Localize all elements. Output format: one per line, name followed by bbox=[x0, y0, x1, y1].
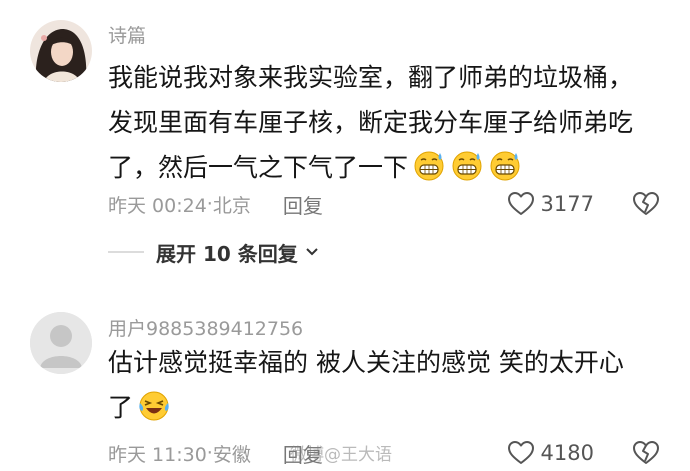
location: 北京 bbox=[212, 194, 251, 217]
laughing-crying-face-icon bbox=[137, 389, 171, 435]
timestamp: 昨天 11:30 bbox=[108, 443, 207, 466]
comment-meta: 昨天 00:24 · 北京 回复 bbox=[108, 189, 323, 219]
comment-text-line: 我能说我对象来我实验室，翻了师弟的垃圾桶， bbox=[108, 63, 634, 92]
avatar[interactable] bbox=[30, 312, 92, 374]
chevron-down-icon bbox=[306, 248, 318, 256]
broken-heart-icon bbox=[633, 441, 659, 464]
dislike-button[interactable] bbox=[632, 189, 660, 219]
broken-heart-icon bbox=[633, 192, 659, 215]
expand-replies-button[interactable]: 展开 10 条回复 bbox=[108, 237, 320, 267]
comment-text-line: 了 bbox=[108, 385, 668, 435]
divider bbox=[108, 251, 144, 253]
default-avatar-icon bbox=[30, 312, 92, 374]
timestamp: 昨天 00:24 bbox=[108, 194, 207, 217]
comment-item: 诗篇 我能说我对象来我实验室，翻了师弟的垃圾桶， 发现里面有车厘子核，断定我分车… bbox=[0, 0, 690, 290]
like-button[interactable]: 3177 bbox=[507, 189, 594, 219]
username[interactable]: 用户9885389412756 bbox=[108, 314, 303, 341]
comment-text-line: 估计感觉挺幸福的 被人关注的感觉 笑的太开心 bbox=[108, 348, 624, 377]
grimacing-face-icon bbox=[450, 149, 484, 195]
comment-text-line: 发现里面有车厘子核，断定我分车厘子给师弟吃 bbox=[108, 108, 634, 137]
comment-text-segment: 了 bbox=[108, 393, 134, 422]
username[interactable]: 诗篇 bbox=[108, 21, 146, 48]
location: 安徽 bbox=[212, 443, 251, 466]
comment-text: 我能说我对象来我实验室，翻了师弟的垃圾桶， 发现里面有车厘子核，断定我分车厘子给… bbox=[108, 55, 668, 195]
expand-replies-label: 展开 10 条回复 bbox=[156, 241, 298, 266]
like-button[interactable]: 4180 bbox=[507, 438, 594, 468]
dislike-button[interactable] bbox=[632, 438, 660, 468]
heart-outline-icon bbox=[507, 441, 534, 464]
reply-button[interactable]: 回复 bbox=[283, 190, 323, 219]
grimacing-face-icon bbox=[412, 149, 446, 195]
like-count: 3177 bbox=[540, 192, 594, 216]
watermark: 微博@王大语 bbox=[290, 445, 392, 465]
comment-text-line: 了，然后一气之下气了一下 bbox=[108, 145, 668, 195]
comment-text: 估计感觉挺幸福的 被人关注的感觉 笑的太开心 了 bbox=[108, 340, 668, 435]
comment-text-segment: 了，然后一气之下气了一下 bbox=[108, 153, 409, 182]
avatar[interactable] bbox=[30, 20, 92, 82]
heart-outline-icon bbox=[507, 192, 534, 215]
like-count: 4180 bbox=[540, 441, 594, 465]
